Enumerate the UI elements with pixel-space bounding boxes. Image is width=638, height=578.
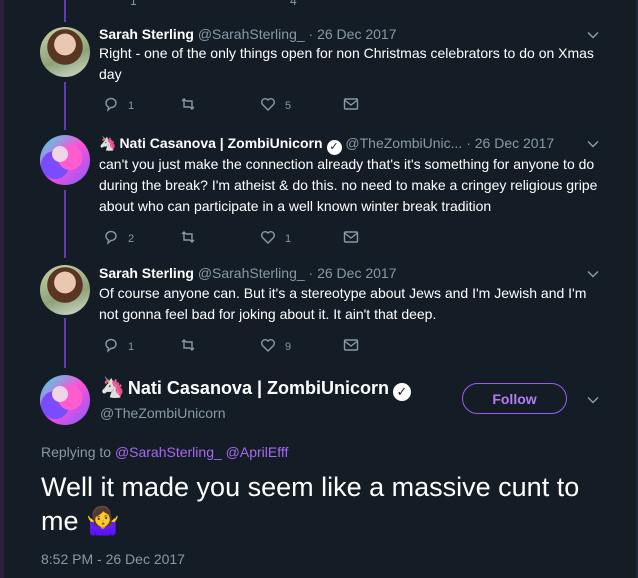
avatar[interactable] — [40, 27, 90, 77]
reply-icon — [105, 97, 117, 112]
author-name[interactable]: Sarah Sterling — [99, 26, 194, 42]
tweet-date[interactable]: · 26 Dec 2017 — [309, 265, 397, 281]
chevron-down-icon[interactable] — [586, 137, 600, 151]
chevron-down-icon[interactable] — [586, 28, 600, 42]
thread-line — [64, 0, 66, 22]
heart-icon — [261, 339, 275, 352]
author-name[interactable]: Nati Casanova | ZombiUnicorn — [128, 378, 389, 398]
reply-button[interactable]: 1 — [103, 337, 134, 353]
retweet-icon — [181, 98, 195, 110]
unicorn-emoji: 🦄 — [100, 377, 125, 399]
tweet-text: can't you just make the connection alrea… — [99, 156, 598, 214]
author-handle[interactable]: @SarahSterling_ — [198, 26, 305, 42]
window-left-border — [0, 0, 4, 578]
main-author-name[interactable]: 🦄 Nati Casanova | ZombiUnicorn ✓ — [100, 375, 411, 401]
retweet-button[interactable] — [180, 229, 205, 245]
chevron-down-icon[interactable] — [586, 393, 600, 407]
reply-count: 2 — [128, 233, 135, 245]
tweet-header: Sarah Sterling @SarahSterling_ · 26 Dec … — [99, 265, 396, 281]
retweet-icon — [181, 339, 195, 351]
tweet-header: 🦄 Nati Casanova | ZombiUnicorn ✓ @TheZombi… — [99, 135, 554, 155]
author-handle[interactable]: @TheZombiUnicorn — [100, 405, 225, 421]
like-count: 1 — [285, 233, 292, 245]
main-tweet-text: Well it made you seem like a massive cun… — [41, 472, 580, 536]
tweet-date[interactable]: · 26 Dec 2017 — [466, 135, 554, 151]
like-button[interactable]: 5 — [260, 96, 291, 112]
reply-count: 1 — [130, 0, 137, 8]
reply-icon — [105, 338, 117, 353]
envelope-icon — [343, 231, 359, 243]
thread-line — [64, 82, 66, 130]
dm-button[interactable] — [343, 229, 359, 245]
unicorn-emoji: 🦄 — [99, 135, 117, 151]
avatar[interactable] — [40, 135, 90, 185]
chevron-down-icon[interactable] — [586, 267, 600, 281]
retweet-icon — [181, 231, 195, 243]
thread-line — [64, 190, 66, 258]
retweet-button[interactable] — [180, 337, 205, 353]
like-count: 4 — [290, 0, 297, 8]
tweet-text: Right - one of the only things open for … — [99, 45, 594, 82]
verified-badge-icon: ✓ — [326, 140, 342, 155]
avatar[interactable] — [40, 375, 90, 425]
author-name[interactable]: Sarah Sterling — [99, 265, 194, 281]
thread-line — [64, 318, 66, 368]
previous-tweet-actions: 1 4 — [0, 0, 638, 12]
replying-to: Replying to @SarahSterling_ @AprilEfff — [41, 444, 288, 460]
dm-button[interactable] — [343, 96, 359, 112]
author-handle[interactable]: @TheZombiUnic... — [345, 135, 462, 151]
reply-icon — [105, 230, 117, 245]
avatar[interactable] — [40, 265, 90, 315]
reply-count: 1 — [128, 341, 135, 353]
follow-button[interactable]: Follow — [462, 383, 567, 414]
tweet-header: Sarah Sterling @SarahSterling_ · 26 Dec … — [99, 26, 396, 42]
retweet-button[interactable] — [180, 96, 205, 112]
author-handle[interactable]: @SarahSterling_ — [198, 265, 305, 281]
like-button[interactable]: 9 — [260, 337, 291, 353]
like-count: 9 — [285, 341, 292, 353]
heart-icon — [261, 231, 275, 244]
reply-button[interactable]: 1 — [103, 96, 134, 112]
reply-count: 1 — [128, 100, 135, 112]
tweet-text: Of course anyone can. But it's a stereot… — [99, 285, 587, 322]
envelope-icon — [343, 339, 359, 351]
verified-badge-icon: ✓ — [393, 383, 411, 401]
heart-icon — [261, 98, 275, 111]
envelope-icon — [343, 98, 359, 110]
mention-link[interactable]: @AprilEfff — [226, 444, 289, 460]
dm-button[interactable] — [343, 337, 359, 353]
author-name[interactable]: Nati Casanova | ZombiUnicorn — [119, 135, 322, 151]
like-button[interactable]: 1 — [260, 229, 291, 245]
reply-button[interactable]: 2 — [103, 229, 134, 245]
like-count: 5 — [285, 100, 292, 112]
replying-prefix: Replying to — [41, 444, 115, 460]
tweet-date[interactable]: · 26 Dec 2017 — [309, 26, 397, 42]
tweet-timestamp[interactable]: 8:52 PM - 26 Dec 2017 — [41, 551, 185, 567]
mention-link[interactable]: @SarahSterling_ — [115, 444, 222, 460]
